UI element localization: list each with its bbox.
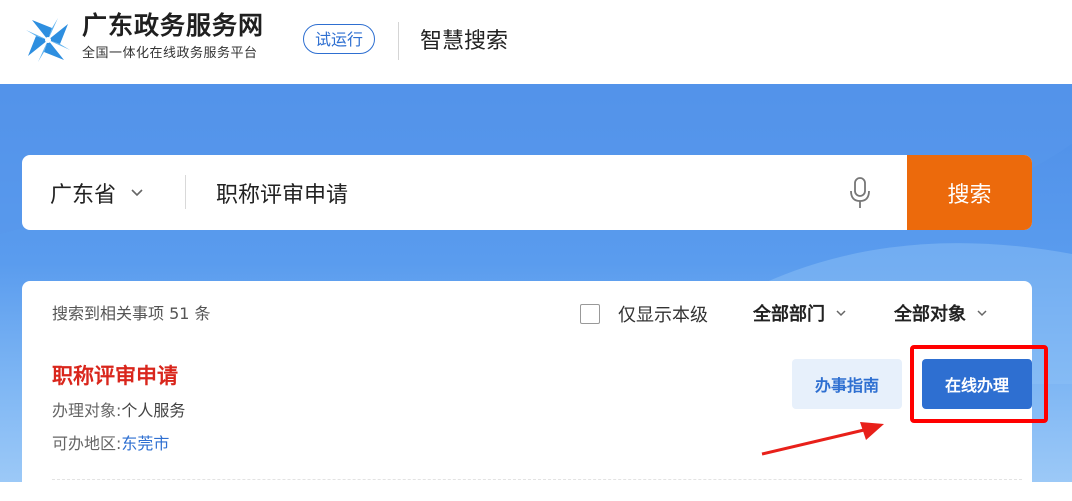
header-divider xyxy=(398,22,399,60)
result-divider xyxy=(52,479,1022,480)
region-label: 广东省 xyxy=(50,182,117,208)
area-label: 可办地区: xyxy=(52,434,122,453)
result-item-object: 办理对象:个人服务 xyxy=(52,400,185,422)
level-filter[interactable]: 仅显示本级 xyxy=(580,301,708,327)
department-filter[interactable]: 全部部门 xyxy=(753,300,847,326)
site-header: 广东政务服务网 全国一体化在线政务服务平台 试运行 智慧搜索 xyxy=(0,0,1072,84)
search-input[interactable] xyxy=(216,173,826,213)
search-divider xyxy=(185,175,186,209)
chevron-down-icon xyxy=(131,188,143,196)
pinwheel-logo-icon[interactable] xyxy=(22,14,74,66)
region-select[interactable]: 广东省 xyxy=(50,155,144,230)
result-count: 搜索到相关事项 51 条 xyxy=(52,304,211,323)
section-title: 智慧搜索 xyxy=(420,29,509,54)
site-subtitle: 全国一体化在线政务服务平台 xyxy=(82,46,258,61)
department-filter-label: 全部部门 xyxy=(753,304,825,325)
object-filter[interactable]: 全部对象 xyxy=(894,300,988,326)
level-filter-label: 仅显示本级 xyxy=(618,305,708,326)
site-title[interactable]: 广东政务服务网 xyxy=(82,10,264,42)
area-link[interactable]: 东莞市 xyxy=(121,434,169,453)
chevron-down-icon xyxy=(836,310,846,317)
guide-button[interactable]: 办事指南 xyxy=(792,359,902,409)
results-panel: 搜索到相关事项 51 条 仅显示本级 全部部门 全部对象 职称评审申请 办理对象… xyxy=(22,281,1032,501)
microphone-icon[interactable] xyxy=(848,176,872,210)
trial-badge: 试运行 xyxy=(303,24,376,54)
online-apply-button[interactable]: 在线办理 xyxy=(922,359,1032,409)
result-item-area: 可办地区:东莞市 xyxy=(52,433,169,455)
search-bar: 广东省 搜索 xyxy=(22,155,1032,230)
search-button[interactable]: 搜索 xyxy=(907,155,1032,230)
chevron-down-icon xyxy=(977,310,987,317)
result-item-title[interactable]: 职称评审申请 xyxy=(52,361,178,391)
object-filter-label: 全部对象 xyxy=(894,304,966,325)
level-checkbox[interactable] xyxy=(580,304,600,324)
object-label: 办理对象: xyxy=(52,401,122,420)
object-value: 个人服务 xyxy=(121,401,186,420)
